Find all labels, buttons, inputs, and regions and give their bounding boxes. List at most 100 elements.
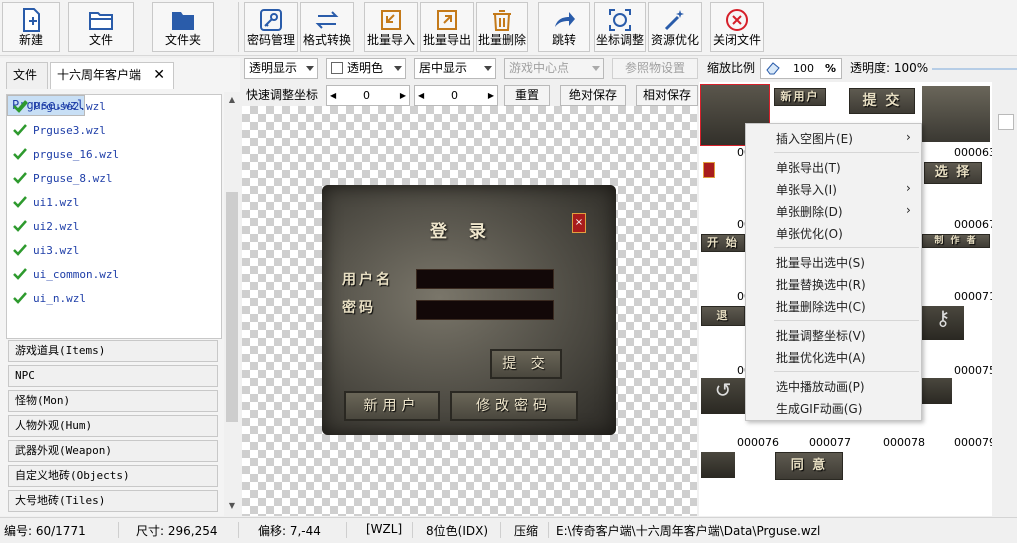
relative-save-button[interactable]: 相对保存 xyxy=(636,85,698,106)
category-button[interactable]: 游戏道具(Items) xyxy=(8,340,218,362)
dialog-title: 登 录 xyxy=(430,222,494,242)
resource-optimize-button[interactable]: 资源优化 xyxy=(648,2,702,52)
thumbnail-scrollbar[interactable] xyxy=(994,82,1017,516)
file-list-item[interactable]: ui_common.wzl xyxy=(7,263,221,287)
category-button[interactable]: 怪物(Mon) xyxy=(8,390,218,412)
thumbnail-key-icon[interactable]: ⚷ xyxy=(922,306,964,340)
tab-file[interactable]: 文件 xyxy=(6,62,48,89)
context-menu-item[interactable]: 批量替换选中(R) xyxy=(776,276,866,293)
menu-item-label: 批量导出选中(S) xyxy=(776,256,865,270)
scroll-thumb[interactable] xyxy=(998,114,1014,130)
file-button[interactable]: 文件 xyxy=(68,2,134,52)
category-button[interactable]: NPC xyxy=(8,365,218,387)
jump-button[interactable]: 跳转 xyxy=(538,2,590,52)
thumbnail-arrow-right[interactable] xyxy=(701,452,735,478)
increase-x-icon[interactable]: ▶ xyxy=(400,86,406,105)
thumbnail-panel[interactable] xyxy=(922,86,990,142)
file-list-item[interactable]: Prguse_8.wzl xyxy=(7,167,221,191)
file-list-item[interactable]: ui3.wzl xyxy=(7,239,221,263)
menu-separator xyxy=(774,320,919,321)
close-file-button[interactable]: 关闭文件 xyxy=(710,2,764,52)
thumbnail-arrow-left[interactable] xyxy=(922,378,952,404)
thumbnail-close-glyph[interactable] xyxy=(703,162,715,178)
transparent-color-select[interactable]: 透明色 xyxy=(326,58,406,79)
decrease-y-icon[interactable]: ◀ xyxy=(418,86,424,105)
zoom-input[interactable]: 100 % xyxy=(760,58,842,79)
format-convert-button[interactable]: 格式转换 xyxy=(300,2,354,52)
file-name: Prguse3.wzl xyxy=(33,124,106,137)
status-divider xyxy=(548,522,549,538)
thumbnail-start[interactable]: 开 始 xyxy=(701,234,745,252)
new-user-button-preview: 新用户 xyxy=(344,391,440,421)
category-button[interactable]: 武器外观(Weapon) xyxy=(8,440,218,462)
context-menu-item[interactable]: 单张导出(T) xyxy=(776,159,841,176)
transparent-color-checkbox[interactable] xyxy=(331,62,343,74)
file-list-item[interactable]: Prguse2.wzl xyxy=(7,95,221,119)
folder-open-icon xyxy=(89,12,113,30)
center-display-select[interactable]: 居中显示 xyxy=(414,58,496,79)
coord-y-spinner[interactable]: ◀ 0 ▶ xyxy=(414,85,498,106)
game-center-point-select[interactable]: 游戏中心点 xyxy=(504,58,604,79)
batch-import-button[interactable]: 批量导入 xyxy=(364,2,418,52)
folder-button[interactable]: 文件夹 xyxy=(152,2,214,52)
scroll-up-icon[interactable]: ▲ xyxy=(224,92,240,108)
file-name: ui3.wzl xyxy=(33,244,80,257)
submit-button-preview: 提 交 xyxy=(490,349,562,379)
check-icon xyxy=(13,292,27,304)
file-list-item[interactable]: ui2.wzl xyxy=(7,215,221,239)
menu-item-label: 单张优化(O) xyxy=(776,227,843,241)
coord-x-spinner[interactable]: ◀ 0 ▶ xyxy=(326,85,410,106)
context-menu-item[interactable]: 单张删除(D) › xyxy=(776,203,911,220)
thumbnail-new-user[interactable]: 新用户 xyxy=(774,88,826,106)
scroll-down-icon[interactable]: ▼ xyxy=(224,498,240,514)
close-tab-icon[interactable]: ✕ xyxy=(153,63,165,88)
category-button[interactable]: 自定义地砖(Objects) xyxy=(8,465,218,487)
file-list-item[interactable]: prguse_16.wzl xyxy=(7,143,221,167)
status-offset: 偏移: 7,-44 xyxy=(258,524,321,538)
context-menu-item[interactable]: 选中播放动画(P) xyxy=(776,378,865,395)
thumbnail-make[interactable]: 制 作 者 xyxy=(922,234,990,248)
context-menu-item[interactable]: 批量删除选中(C) xyxy=(776,298,866,315)
file-list-item[interactable]: ui1.wzl xyxy=(7,191,221,215)
file-list-item[interactable]: ui_n.wzl xyxy=(7,287,221,311)
status-divider xyxy=(346,522,347,538)
check-icon xyxy=(13,100,27,112)
context-menu-item[interactable]: 单张优化(O) xyxy=(776,225,843,242)
submenu-arrow-icon: › xyxy=(906,203,911,217)
file-name: ui1.wzl xyxy=(33,196,80,209)
coord-adjust-button[interactable]: 坐标调整 xyxy=(594,2,646,52)
tab-client[interactable]: 十六周年客户端 ✕ xyxy=(50,62,174,89)
left-scrollbar[interactable]: ▲ ▼ xyxy=(224,92,240,516)
context-menu-item[interactable]: 批量优化选中(A) xyxy=(776,349,866,366)
category-button[interactable]: 大号地砖(Tiles) xyxy=(8,490,218,512)
file-list-item[interactable]: Prguse3.wzl xyxy=(7,119,221,143)
context-menu-item[interactable]: 生成GIF动画(G) xyxy=(776,400,862,417)
context-menu-item[interactable]: 单张导入(I) › xyxy=(776,181,911,198)
context-menu-item[interactable]: 批量导出选中(S) xyxy=(776,254,865,271)
password-icon xyxy=(260,9,282,31)
absolute-save-button[interactable]: 绝对保存 xyxy=(560,85,626,106)
batch-export-button[interactable]: 批量导出 xyxy=(420,2,474,52)
transparent-display-select[interactable]: 透明显示 xyxy=(244,58,318,79)
reference-setting-button[interactable]: 参照物设置 xyxy=(612,58,698,79)
thumbnail-agree[interactable]: 同 意 xyxy=(775,452,843,480)
scroll-thumb[interactable] xyxy=(226,192,238,422)
check-icon xyxy=(13,244,27,256)
batch-delete-button[interactable]: 批量删除 xyxy=(476,2,528,52)
context-menu-item[interactable]: 批量调整坐标(V) xyxy=(776,327,866,344)
decrease-x-icon[interactable]: ◀ xyxy=(330,86,336,105)
thumbnail-exit[interactable]: 退 xyxy=(701,306,745,326)
password-manage-button[interactable]: 密码管理 xyxy=(244,2,298,52)
thumbnail-hook-icon[interactable]: ↺ xyxy=(701,378,745,414)
new-button[interactable]: 新建 xyxy=(2,2,60,52)
increase-y-icon[interactable]: ▶ xyxy=(488,86,494,105)
thumbnail-submit[interactable]: 提 交 xyxy=(849,88,915,114)
reset-button[interactable]: 重置 xyxy=(504,85,550,106)
opacity-slider[interactable] xyxy=(932,68,1017,70)
context-menu-item[interactable]: 插入空图片(E) › xyxy=(776,130,911,147)
status-divider xyxy=(500,522,501,538)
category-button[interactable]: 人物外观(Hum) xyxy=(8,415,218,437)
thumbnail-select[interactable]: 选 择 xyxy=(924,162,982,184)
file-name: ui_n.wzl xyxy=(33,292,86,305)
context-menu: 插入空图片(E) › 单张导出(T) 单张导入(I) › 单张删除(D) › 单张优化(O) 批… xyxy=(745,123,922,421)
